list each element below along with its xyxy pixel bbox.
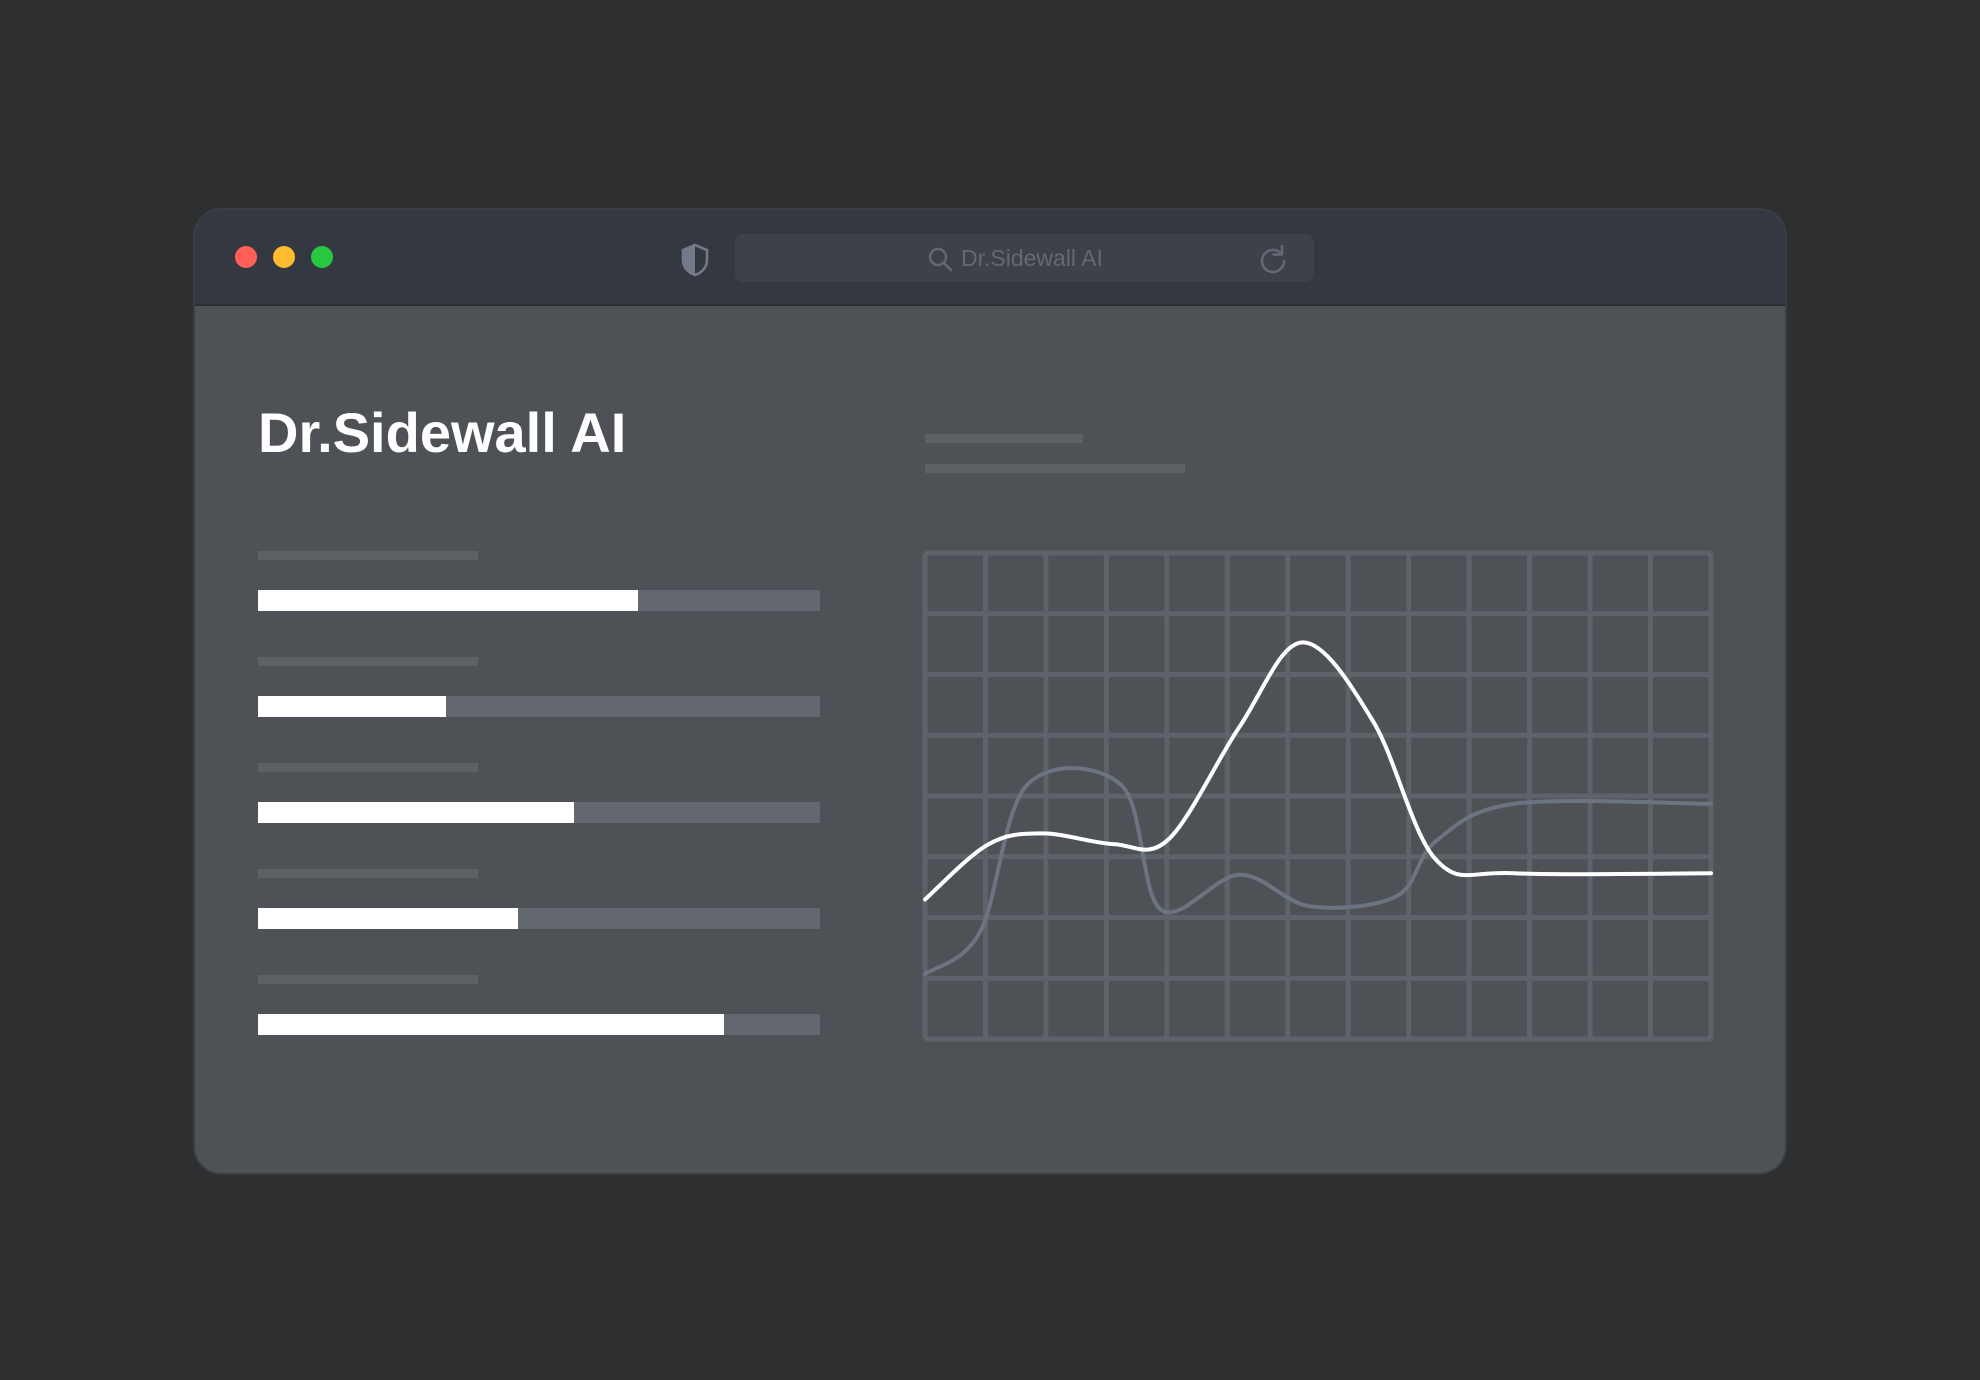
stat-bar-track [258, 1014, 820, 1035]
stat-bar-fill [258, 908, 518, 929]
stat-bar-track [258, 590, 820, 611]
stat-bar-fill [258, 1014, 725, 1035]
title-bar: Dr.Sidewall AI [195, 210, 1785, 306]
stat-bar-track [258, 802, 820, 823]
chart-subtitle-placeholder [925, 464, 1185, 473]
chart-series-group [923, 640, 1713, 976]
stat-label-placeholder [258, 975, 478, 984]
browser-window: Dr.Sidewall AI Dr.Sidewall AI [195, 210, 1785, 1173]
close-window-button[interactable] [235, 246, 257, 268]
reload-icon[interactable] [1257, 243, 1289, 275]
stat-label-placeholder [258, 657, 478, 666]
stat-row [258, 657, 820, 721]
maximize-window-button[interactable] [311, 246, 333, 268]
stat-bar-fill [258, 802, 574, 823]
stat-label-placeholder [258, 551, 478, 560]
address-bar[interactable]: Dr.Sidewall AI [735, 234, 1314, 282]
stat-label-placeholder [258, 869, 478, 878]
minimize-window-button[interactable] [273, 246, 295, 268]
stat-bar-fill [258, 696, 447, 717]
address-bar-text: Dr.Sidewall AI [961, 245, 1103, 271]
shield-icon[interactable] [680, 243, 710, 277]
stat-label-placeholder [258, 763, 478, 772]
line-chart [922, 550, 1714, 1042]
chart-grid [922, 550, 1714, 1042]
series-line-secondary [923, 766, 1713, 976]
stat-row [258, 551, 820, 615]
chart-title-placeholder [925, 434, 1083, 443]
stat-bar-track [258, 908, 820, 929]
page-title: Dr.Sidewall AI [258, 401, 627, 464]
stat-bar-track [258, 696, 820, 717]
series-line-primary [923, 640, 1713, 902]
stat-row [258, 869, 820, 933]
search-icon [928, 247, 953, 272]
stat-row [258, 975, 820, 1039]
stat-bar-fill [258, 590, 639, 611]
stat-row [258, 763, 820, 827]
